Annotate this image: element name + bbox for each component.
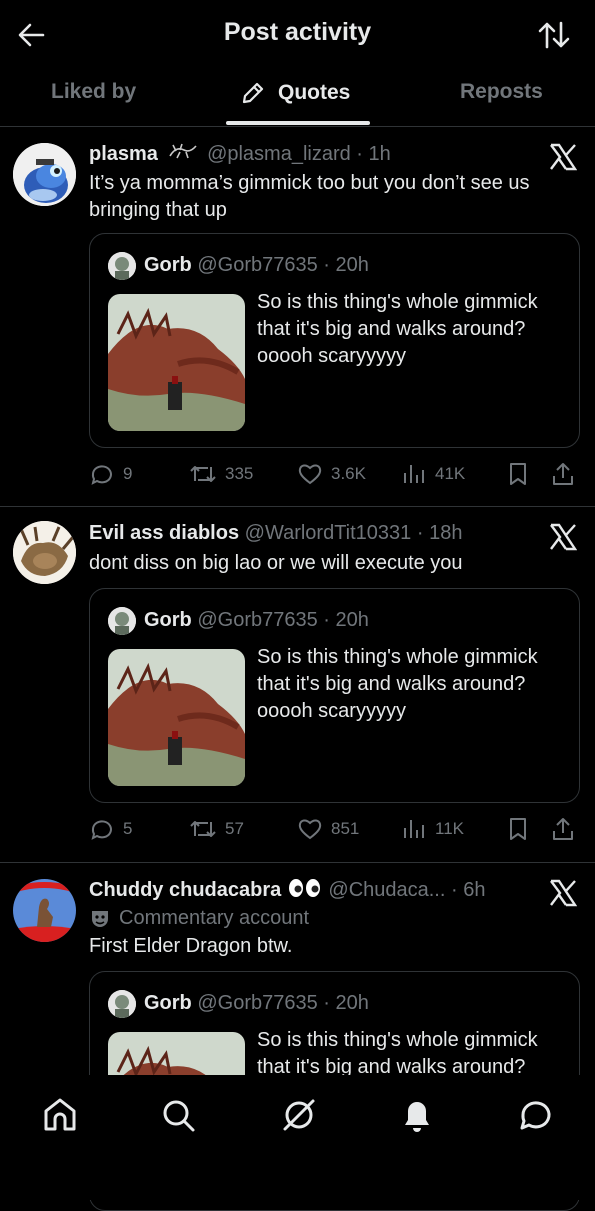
share-icon (553, 818, 573, 840)
x-logo-icon (550, 143, 577, 171)
account-label: Commentary account (89, 907, 309, 930)
post-text: First Elder Dragon btw. (89, 935, 293, 957)
reply-count: 9 (123, 464, 133, 483)
handle-and-time: @WarlordTit10331 · 18h (244, 522, 463, 544)
quoted-avatar (108, 252, 136, 280)
share-button[interactable] (551, 459, 583, 489)
quoted-text: So is this thing's whole gimmick that it… (257, 646, 538, 722)
view-count: 41K (435, 464, 466, 483)
heart-icon (298, 464, 322, 485)
bookmark-icon (510, 463, 526, 485)
home-icon[interactable] (40, 1095, 80, 1135)
masks-icon (92, 910, 108, 927)
quoted-name: Gorb (144, 992, 192, 1014)
quoted-text: So is this thing's whole gimmick that it… (257, 291, 538, 367)
tab-liked-by[interactable]: Liked by (51, 80, 136, 104)
avatar[interactable] (13, 521, 76, 584)
pencil-icon (242, 82, 264, 104)
like-count: 851 (331, 819, 360, 838)
quoted-header: Gorb @Gorb77635 · 20h (144, 254, 369, 277)
post-text: It’s ya momma’s gimmick too but you don’… (89, 172, 530, 221)
reply-icon (91, 820, 112, 840)
repost-count: 57 (225, 819, 244, 838)
tab-bar: Liked by Quotes Reposts (0, 68, 595, 127)
like-count: 3.6K (331, 464, 366, 483)
repost-button[interactable]: 57 (189, 814, 244, 844)
x-logo-icon (550, 879, 577, 907)
sort-arrows-icon[interactable] (537, 20, 571, 50)
quoted-avatar (108, 990, 136, 1018)
display-name[interactable]: Chuddy chudacabra (89, 879, 281, 901)
messages-icon[interactable] (516, 1095, 556, 1135)
quoted-name: Gorb (144, 254, 192, 276)
quoted-avatar (108, 607, 136, 635)
reply-count: 5 (123, 819, 133, 838)
quoted-header: Gorb @Gorb77635 · 20h (144, 609, 369, 632)
quote-post[interactable]: plasma @plasma_lizard · 1h It’s ya momma… (0, 127, 595, 507)
reply-icon (91, 465, 112, 485)
post-header: Chuddy chudacabra @Chudaca... · 6h (89, 878, 485, 902)
quoted-handle-time: @Gorb77635 · 20h (197, 992, 369, 1014)
views-button[interactable]: 41K (401, 459, 465, 489)
active-tab-indicator (226, 121, 370, 125)
bottom-navigation (0, 1075, 595, 1200)
bookmark-button[interactable] (506, 814, 538, 844)
post-text: dont diss on big lao or we will execute … (89, 552, 463, 574)
views-button[interactable]: 11K (401, 814, 464, 844)
tab-quotes[interactable]: Quotes (240, 80, 350, 106)
grok-icon[interactable] (279, 1095, 319, 1135)
bookmark-icon (510, 818, 526, 840)
display-name[interactable]: plasma (89, 143, 158, 165)
handle-and-time: @Chudaca... · 6h (328, 879, 486, 901)
view-count: 11K (435, 819, 464, 838)
repost-button[interactable]: 335 (189, 459, 253, 489)
share-button[interactable] (551, 814, 583, 844)
quoted-image[interactable] (108, 294, 245, 431)
tab-reposts[interactable]: Reposts (460, 80, 543, 104)
top-bar: Post activity (0, 0, 595, 68)
quoted-post[interactable]: Gorb @Gorb77635 · 20h So is this thing's… (89, 588, 580, 803)
reply-button[interactable]: 5 (89, 814, 132, 844)
repost-icon (190, 466, 216, 482)
quoted-handle-time: @Gorb77635 · 20h (197, 609, 369, 631)
quoted-header: Gorb @Gorb77635 · 20h (144, 992, 369, 1015)
views-icon (404, 820, 424, 838)
repost-count: 335 (225, 464, 254, 483)
commentary-label: Commentary account (119, 907, 310, 929)
quoted-post[interactable]: Gorb @Gorb77635 · 20h So is this thing's… (89, 233, 580, 448)
page-title: Post activity (223, 18, 372, 46)
quote-post[interactable]: Chuddy chudacabra @Chudaca... · 6h Comme… (0, 863, 595, 1211)
display-name[interactable]: Evil ass diablos (89, 522, 239, 544)
repost-icon (190, 821, 216, 837)
views-icon (404, 465, 424, 483)
search-icon[interactable] (158, 1095, 198, 1135)
notifications-icon[interactable] (397, 1095, 437, 1135)
lizard-emoji-icon (168, 143, 197, 159)
x-logo-icon (550, 523, 577, 551)
action-bar: 9 335 3.6K 41K (89, 459, 584, 489)
like-button[interactable]: 851 (297, 814, 359, 844)
share-icon (553, 463, 573, 485)
avatar[interactable] (13, 879, 76, 942)
post-header: plasma @plasma_lizard · 1h (89, 142, 391, 166)
bookmark-button[interactable] (506, 459, 538, 489)
heart-icon (298, 819, 322, 840)
quoted-handle-time: @Gorb77635 · 20h (197, 254, 369, 276)
tab-quotes-label: Quotes (278, 81, 351, 104)
quoted-image[interactable] (108, 649, 245, 786)
action-bar: 5 57 851 11K (89, 814, 584, 844)
like-button[interactable]: 3.6K (297, 459, 366, 489)
handle-and-time: @plasma_lizard · 1h (207, 143, 391, 165)
reply-button[interactable]: 9 (89, 459, 132, 489)
post-header: Evil ass diablos @WarlordTit10331 · 18h (89, 522, 462, 545)
eyes-emoji-icon (288, 879, 320, 897)
quote-post[interactable]: Evil ass diablos @WarlordTit10331 · 18h … (0, 507, 595, 863)
quoted-name: Gorb (144, 609, 192, 631)
avatar[interactable] (13, 143, 76, 206)
